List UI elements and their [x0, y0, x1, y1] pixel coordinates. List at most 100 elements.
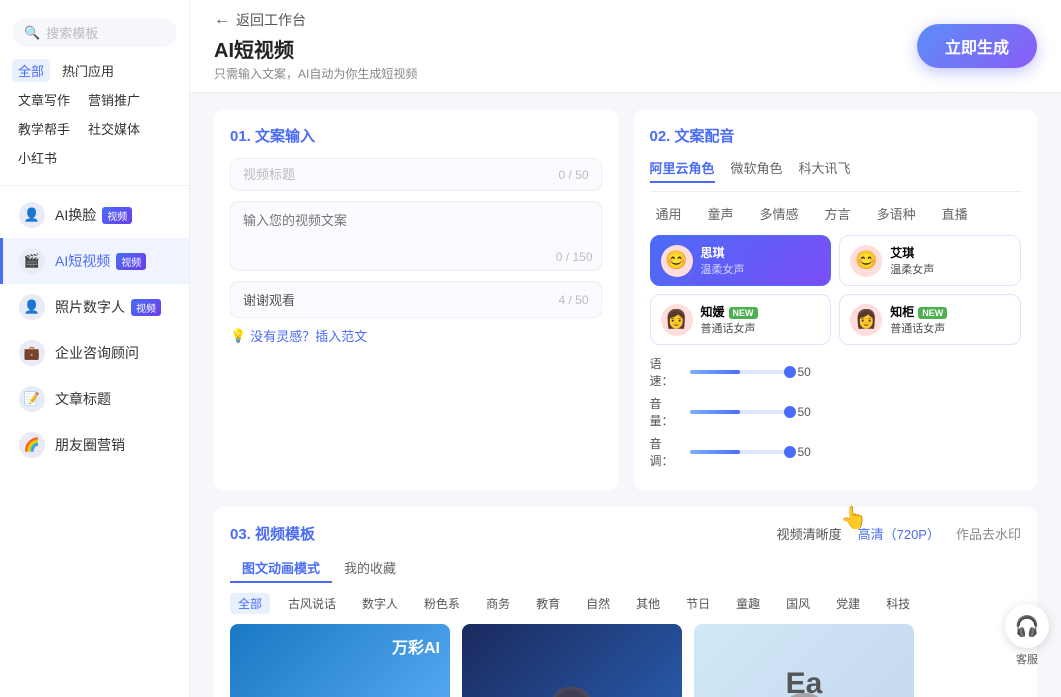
voice-text: 谢谢观看	[243, 290, 295, 309]
category-数字人[interactable]: 数字人	[354, 593, 406, 614]
sidebar-item-文章标题[interactable]: 📝 文章标题	[0, 376, 189, 422]
voice-avatar: 😊	[661, 245, 693, 277]
section01-title: 01. 文案输入	[230, 125, 602, 146]
sidebar-item-label: 企业咨询顾问	[55, 343, 139, 363]
vo-filter-童声[interactable]: 童声	[702, 202, 740, 225]
category-全部[interactable]: 全部	[230, 593, 270, 614]
mode-tabs: 图文动画模式我的收藏	[230, 554, 1021, 583]
mode-tab-图文动画模式[interactable]: 图文动画模式	[230, 554, 332, 583]
slider-row-音调：[interactable]: 音调： 50	[650, 435, 1022, 469]
slider-row-音量：[interactable]: 音量： 50	[650, 395, 1022, 429]
sidebar-item-icon: 🌈	[19, 432, 45, 458]
category-粉色系[interactable]: 粉色系	[416, 593, 468, 614]
content-char-count: 0 / 150	[556, 250, 593, 264]
category-商务[interactable]: 商务	[478, 593, 518, 614]
category-古风说话[interactable]: 古风说话	[280, 593, 344, 614]
quality-value[interactable]: 高清（720P）	[858, 524, 940, 543]
video-badge: 视频	[116, 253, 146, 270]
back-label: 返回工作台	[236, 10, 306, 30]
voice-text-row[interactable]: 谢谢观看 4 / 50	[230, 281, 602, 318]
sidebar-item-icon: 👤	[19, 202, 45, 228]
main-body: 01. 文案输入 0 / 50 0 / 150 谢谢观看 4 / 50 💡	[190, 93, 1061, 697]
new-badge: NEW	[729, 307, 758, 319]
search-bar[interactable]: 🔍 搜索模板	[12, 18, 177, 47]
sidebar-tag-热门应用[interactable]: 热门应用	[56, 59, 120, 82]
inspiration-link[interactable]: 💡 没有灵感？插入范文	[230, 326, 602, 345]
vo-filter-方言[interactable]: 方言	[819, 202, 857, 225]
category-国风[interactable]: 国风	[778, 593, 818, 614]
video-content-textarea[interactable]	[243, 210, 589, 260]
category-党建[interactable]: 党建	[828, 593, 868, 614]
voice-card-艾琪[interactable]: 😊 艾琪 温柔女声	[839, 235, 1021, 286]
sidebar-item-朋友圈营销[interactable]: 🌈 朋友圈营销	[0, 422, 189, 468]
support-icon-circle[interactable]: 🎧	[1005, 604, 1049, 648]
template-card-1[interactable]: 👨	[462, 624, 682, 697]
sidebar: 🔍 搜索模板 全部热门应用文章写作营销推广教学帮手社交媒体小红书 👤 AI换脸 …	[0, 0, 190, 697]
slider-track[interactable]	[690, 450, 790, 454]
section03-controls: 视频清晰度 高清（720P） 作品去水印	[777, 524, 1021, 543]
slider-thumb	[784, 446, 796, 458]
vo-filter-通用[interactable]: 通用	[650, 202, 688, 225]
back-arrow-icon: ←	[214, 11, 230, 29]
page-subtitle: 只需输入文案，AI自动为你生成短视频	[214, 65, 417, 82]
video-title-input-row[interactable]: 0 / 50	[230, 158, 602, 191]
slider-row-语速：[interactable]: 语速： 50	[650, 355, 1022, 389]
watermark-label[interactable]: 作品去水印	[956, 524, 1021, 543]
vo-filter-多情感[interactable]: 多情感	[754, 202, 805, 225]
section-copywriting: 01. 文案输入 0 / 50 0 / 150 谢谢观看 4 / 50 💡	[214, 109, 618, 491]
template-cards-row: 万彩AI ai.wancai365.com 👨Ea 👩	[230, 624, 1021, 697]
vo-tab-科大讯飞[interactable]: 科大讯飞	[799, 158, 851, 183]
section03-header: 03. 视频模板 视频清晰度 高清（720P） 作品去水印	[230, 523, 1021, 544]
template-card-2[interactable]: Ea 👩	[694, 624, 914, 697]
generate-button[interactable]: 立即生成	[917, 24, 1037, 68]
voice-card-思琪[interactable]: 😊 思琪 温柔女声	[650, 235, 832, 286]
category-自然[interactable]: 自然	[578, 593, 618, 614]
sidebar-tag-文章写作[interactable]: 文章写作	[12, 88, 76, 111]
slider-track[interactable]	[690, 410, 790, 414]
sidebar-tag-社交媒体[interactable]: 社交媒体	[82, 117, 146, 140]
title-char-count: 0 / 50	[558, 168, 588, 182]
voice-name: 知柜NEW	[890, 303, 1010, 320]
person-icon-2: 👩	[776, 691, 832, 697]
sidebar-tag-教学帮手[interactable]: 教学帮手	[12, 117, 76, 140]
sidebar-tag-营销推广[interactable]: 营销推广	[82, 88, 146, 111]
sidebar-tag-小红书[interactable]: 小红书	[12, 146, 63, 169]
voiceover-filters: 通用童声多情感方言多语种直播	[650, 202, 1022, 225]
slider-label: 音量：	[650, 395, 682, 429]
mode-tab-我的收藏[interactable]: 我的收藏	[332, 554, 408, 583]
slider-value: 50	[798, 365, 822, 379]
vo-tab-微软角色[interactable]: 微软角色	[731, 158, 783, 183]
support-float[interactable]: 🎧 客服	[1005, 604, 1049, 667]
voice-avatar: 👩	[850, 304, 882, 336]
sidebar-item-icon: 📝	[19, 386, 45, 412]
category-节日[interactable]: 节日	[678, 593, 718, 614]
sidebar-item-label: 照片数字人	[55, 297, 125, 317]
vo-filter-多语种[interactable]: 多语种	[871, 202, 922, 225]
category-科技[interactable]: 科技	[878, 593, 918, 614]
sidebar-item-icon: 💼	[19, 340, 45, 366]
category-教育[interactable]: 教育	[528, 593, 568, 614]
category-童趣[interactable]: 童趣	[728, 593, 768, 614]
voice-card-知柜[interactable]: 👩 知柜NEW 普通话女声	[839, 294, 1021, 345]
tag-filter-group: 全部热门应用文章写作营销推广教学帮手社交媒体小红书	[0, 59, 189, 169]
sidebar-tag-全部[interactable]: 全部	[12, 59, 50, 82]
template-card-text: 万彩AI	[392, 634, 440, 658]
video-badge: 视频	[102, 207, 132, 224]
video-content-textarea-row[interactable]: 0 / 150	[230, 201, 602, 271]
inspiration-label: 没有灵感？插入范文	[250, 326, 367, 345]
voice-card-知媛[interactable]: 👩 知媛NEW 普通话女声	[650, 294, 832, 345]
sidebar-item-企业咨询顾问[interactable]: 💼 企业咨询顾问	[0, 330, 189, 376]
vo-filter-直播[interactable]: 直播	[936, 202, 974, 225]
sidebar-item-AI短视频[interactable]: 🎬 AI短视频 视频	[0, 238, 189, 284]
video-title-input[interactable]	[243, 167, 558, 182]
sidebar-item-icon: 👤	[19, 294, 45, 320]
slider-track[interactable]	[690, 370, 790, 374]
category-其他[interactable]: 其他	[628, 593, 668, 614]
back-link[interactable]: ← 返回工作台	[214, 10, 417, 30]
voice-info: 知媛NEW 普通话女声	[701, 303, 821, 336]
sidebar-item-照片数字人[interactable]: 👤 照片数字人 视频	[0, 284, 189, 330]
vo-tab-阿里云角色[interactable]: 阿里云角色	[650, 158, 715, 183]
voice-name: 艾琪	[890, 244, 1010, 261]
template-card-0[interactable]: 万彩AI ai.wancai365.com	[230, 624, 450, 697]
sidebar-item-AI换脸[interactable]: 👤 AI换脸 视频	[0, 192, 189, 238]
